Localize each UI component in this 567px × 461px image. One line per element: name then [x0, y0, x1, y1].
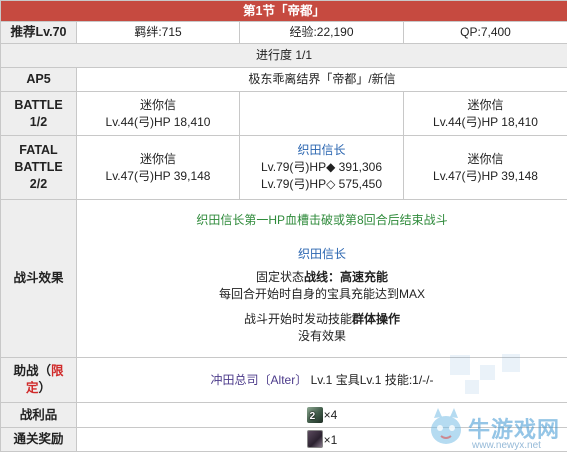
- battle-2-enemy-right: 迷你信 Lv.47(弓)HP 39,148: [402, 135, 567, 200]
- ap-cost: AP5: [0, 67, 77, 92]
- clear-reward-label: 通关奖励: [0, 427, 77, 452]
- battle-2-label-line3: 2/2: [29, 177, 48, 191]
- enemy-stats: Lv.47(弓)HP 39,148: [433, 168, 538, 183]
- drops-label: 战利品: [0, 402, 77, 428]
- start-skill: 战斗开始时发动技能群体操作: [77, 311, 567, 328]
- battle-2-label-line2: BATTLE: [14, 160, 63, 174]
- drops: 2 ×4: [75, 402, 567, 428]
- boss-hp-bar-2: Lv.79(弓)HP◇ 575,450: [260, 177, 383, 191]
- enemy-name: 迷你信: [467, 97, 504, 112]
- enemy-name: 迷你信: [467, 151, 504, 166]
- battle-1-label: BATTLE 1/2: [0, 91, 77, 136]
- fixed-state-name: 战线：高速充能: [304, 270, 389, 284]
- boss-name-link[interactable]: 织田信长: [240, 142, 403, 159]
- craft-essence-icon[interactable]: [306, 430, 323, 448]
- battle-2-boss: 织田信长 Lv.79(弓)HP◆ 391,306 Lv.79(弓)HP◇ 575…: [239, 135, 404, 200]
- battle-effects: 织田信长第一HP血槽击破或第8回合后结束战斗 织田信长 固定状态战线：高速充能 …: [75, 199, 567, 358]
- enemy-name: 迷你信: [139, 151, 176, 166]
- battle-effects-label: 战斗效果: [0, 199, 77, 358]
- skill-result: 没有效果: [298, 329, 347, 343]
- support-servant-details: Lv.1 宝具Lv.1 技能:1/-/-: [310, 372, 434, 387]
- battle-2-enemy-left: 迷你信 Lv.47(弓)HP 39,148: [76, 135, 240, 200]
- qp-value: QP:7,400: [402, 21, 567, 44]
- fixed-state-desc: 每回合开始时自身的宝具充能达到MAX: [219, 287, 426, 301]
- battle-1-enemy-right: 迷你信 Lv.44(弓)HP 18,410: [402, 91, 567, 136]
- support-label-prefix: 助战（: [13, 364, 51, 378]
- effects-boss-link[interactable]: 织田信长: [77, 246, 567, 263]
- drops-count: ×4: [323, 407, 338, 422]
- enemy-stats: Lv.44(弓)HP 18,410: [105, 114, 211, 129]
- support-servant-link[interactable]: 冲田总司〔Alter〕: [211, 373, 308, 387]
- start-skill-name: 群体操作: [352, 312, 401, 326]
- end-condition: 织田信长第一HP血槽击破或第8回合后结束战斗: [196, 213, 448, 227]
- battle-2-label-line1: FATAL: [19, 143, 58, 157]
- support-label: 助战（限定）: [0, 357, 77, 403]
- battle-1-enemy-center-empty: [239, 91, 404, 136]
- exp-value: 经验:22,190: [239, 21, 404, 44]
- battle-1-label-line2: 1/2: [29, 114, 48, 129]
- item-level-number: 2: [309, 410, 316, 422]
- fixed-state-prefix: 固定状态: [255, 270, 304, 284]
- enemy-name: 迷你信: [139, 97, 176, 112]
- battle-1-label-line1: BATTLE: [14, 97, 63, 112]
- enemy-stats: Lv.44(弓)HP 18,410: [433, 114, 538, 129]
- battle-2-label: FATAL BATTLE 2/2: [0, 135, 77, 200]
- location: 极东乖离结界「帝都」/新信: [75, 67, 567, 92]
- battle-1-enemy-left: 迷你信 Lv.44(弓)HP 18,410: [76, 91, 240, 136]
- start-skill-prefix: 战斗开始时发动技能: [243, 312, 352, 326]
- progress-row: 进行度 1/1: [0, 43, 567, 68]
- recommend-level: 推荐Lv.70: [0, 21, 77, 44]
- gem-item-icon[interactable]: 2: [306, 406, 323, 423]
- support-label-suffix: ）: [38, 381, 52, 395]
- fixed-state: 固定状态战线：高速充能: [77, 269, 567, 286]
- enemy-stats: Lv.47(弓)HP 39,148: [105, 168, 211, 183]
- clear-reward: ×1: [75, 427, 567, 452]
- quest-title: 第1节「帝都」: [0, 0, 567, 22]
- bond-value: 羁绊:715: [76, 21, 240, 44]
- reward-count: ×1: [323, 433, 338, 447]
- faint-watermark-pattern-icon: [450, 354, 520, 394]
- boss-hp-bar-1: Lv.79(弓)HP◆ 391,306: [260, 160, 383, 174]
